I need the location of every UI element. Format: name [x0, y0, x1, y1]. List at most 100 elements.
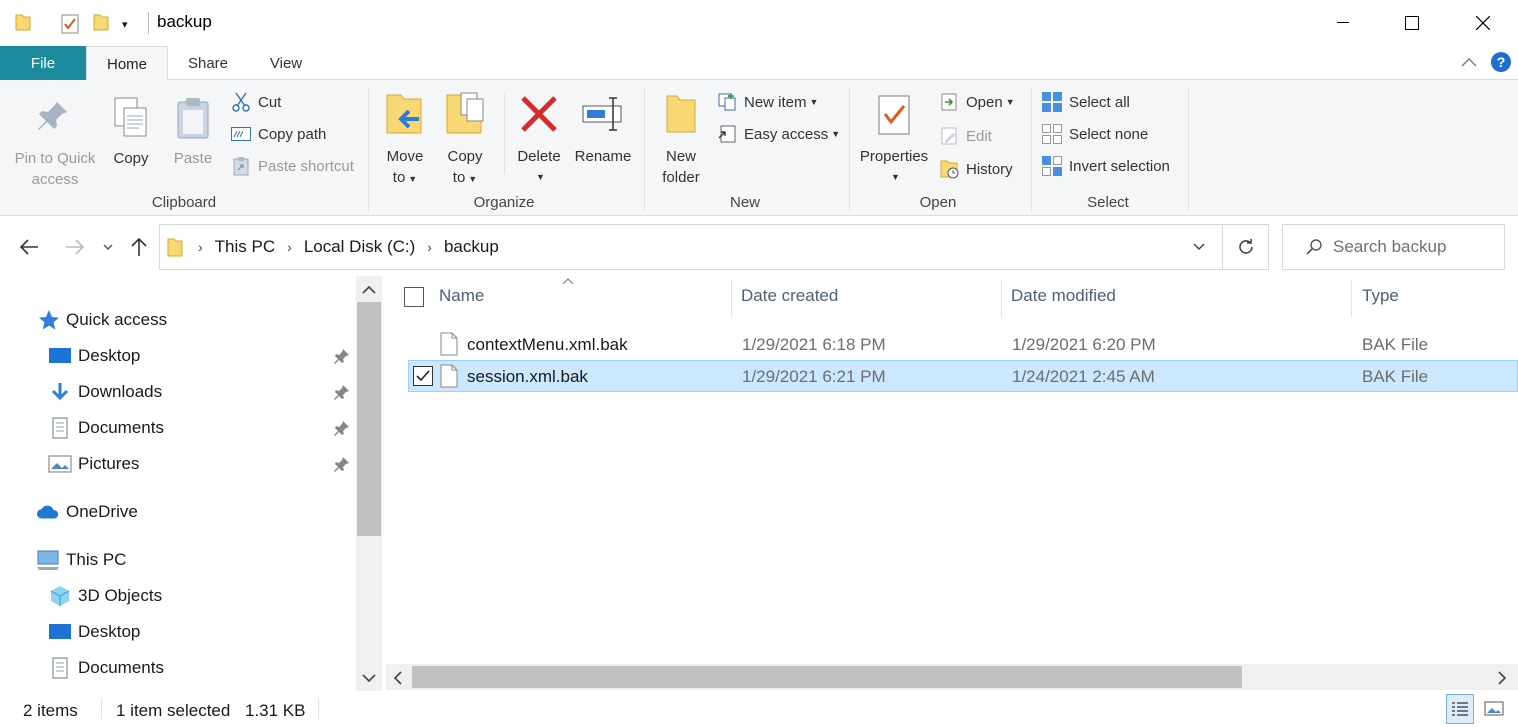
collapse-ribbon-icon[interactable]: [1460, 54, 1478, 72]
recent-locations-chevron-icon[interactable]: [102, 242, 114, 252]
copy-button[interactable]: Copy: [104, 94, 158, 169]
paste-shortcut-button[interactable]: Paste shortcut: [230, 154, 354, 178]
easy-access-button[interactable]: Easy access ▼: [716, 122, 840, 146]
scroll-down-icon[interactable]: [361, 672, 377, 684]
breadcrumb-chevron-icon[interactable]: ›: [287, 239, 292, 255]
tab-file[interactable]: File: [0, 46, 86, 80]
divider[interactable]: [731, 279, 732, 317]
column-header-name[interactable]: Name: [439, 286, 484, 310]
nav-desktop-label: Desktop: [78, 346, 141, 365]
large-icons-view-button[interactable]: [1480, 694, 1508, 724]
nav-scrollbar-thumb[interactable]: [357, 302, 381, 536]
group-divider: [849, 88, 850, 212]
breadcrumb-backup[interactable]: backup: [444, 237, 499, 257]
new-folder-label-line1: New: [665, 148, 696, 165]
column-header-date-created[interactable]: Date created: [741, 286, 838, 310]
scroll-up-icon[interactable]: [361, 284, 377, 296]
divider[interactable]: [1351, 279, 1352, 317]
copy-path-button[interactable]: Copy path: [230, 122, 326, 146]
select-all-checkbox[interactable]: [404, 287, 424, 307]
history-icon: [938, 158, 960, 180]
tab-view[interactable]: View: [248, 46, 324, 80]
edit-button[interactable]: Edit: [938, 124, 992, 148]
tab-share[interactable]: Share: [168, 46, 248, 80]
maximize-button[interactable]: [1377, 0, 1447, 46]
back-arrow-icon[interactable]: [18, 238, 40, 256]
folder-icon: [166, 236, 184, 258]
up-arrow-icon[interactable]: [130, 236, 148, 258]
pin-to-quick-access-button[interactable]: Pin to Quick access: [10, 94, 100, 190]
ribbon-tabs: File Home Share View ?: [0, 46, 1518, 81]
address-bar[interactable]: › This PC › Local Disk (C:) › backup: [159, 224, 1269, 270]
nav-desktop-pc[interactable]: Desktop: [48, 617, 140, 647]
desktop-icon: [48, 344, 72, 368]
invert-selection-button[interactable]: Invert selection: [1041, 154, 1170, 178]
nav-3d-objects[interactable]: 3D Objects: [48, 581, 162, 611]
help-icon[interactable]: ?: [1490, 51, 1512, 73]
breadcrumb-chevron-icon[interactable]: ›: [427, 239, 432, 255]
delete-button[interactable]: Delete ▼: [512, 90, 566, 188]
rename-button[interactable]: Rename: [572, 90, 634, 167]
select-all-label: Select all: [1069, 93, 1130, 111]
nav-downloads-quick[interactable]: Downloads: [48, 377, 162, 407]
search-box[interactable]: Search backup: [1282, 224, 1505, 270]
address-dropdown-chevron-icon[interactable]: [1192, 242, 1206, 252]
scroll-left-icon[interactable]: [392, 670, 404, 686]
file-date-created: 1/29/2021 6:18 PM: [742, 335, 886, 354]
file-name[interactable]: contextMenu.xml.bak: [467, 335, 628, 355]
column-header-date-modified[interactable]: Date modified: [1011, 286, 1116, 310]
breadcrumb-this-pc[interactable]: This PC: [215, 237, 275, 257]
new-item-button[interactable]: New item ▼: [716, 90, 818, 114]
close-button[interactable]: [1448, 0, 1518, 46]
pin-icon[interactable]: [333, 383, 351, 401]
search-input[interactable]: Search backup: [1333, 237, 1446, 257]
rename-label: Rename: [574, 148, 632, 165]
paste-button[interactable]: Paste: [164, 94, 222, 169]
pin-icon[interactable]: [333, 347, 351, 365]
move-to-button[interactable]: Move to ▼: [380, 90, 430, 190]
nav-this-pc[interactable]: This PC: [36, 545, 126, 575]
breadcrumb-chevron-icon[interactable]: ›: [198, 239, 203, 255]
copy-to-label-line1: Copy: [447, 148, 483, 165]
properties-quick-icon[interactable]: [60, 12, 80, 34]
pin-icon[interactable]: [333, 419, 351, 437]
new-folder-quick-icon[interactable]: [92, 12, 110, 32]
nav-documents-quick[interactable]: Documents: [48, 413, 164, 443]
file-icon: [440, 364, 458, 388]
nav-documents-pc[interactable]: Documents: [48, 653, 164, 683]
details-view-button[interactable]: [1446, 694, 1474, 724]
minimize-button[interactable]: [1308, 0, 1378, 46]
nav-onedrive[interactable]: OneDrive: [36, 497, 138, 527]
history-button[interactable]: History: [938, 157, 1013, 181]
move-to-label-line2: to: [392, 169, 406, 186]
select-none-button[interactable]: Select none: [1041, 122, 1148, 146]
column-header-type[interactable]: Type: [1362, 286, 1399, 310]
properties-button[interactable]: Properties ▼: [856, 90, 932, 188]
divider[interactable]: [1001, 279, 1002, 317]
nav-quick-access[interactable]: Quick access: [38, 305, 167, 335]
tab-home[interactable]: Home: [86, 46, 168, 81]
forward-arrow-icon[interactable]: [64, 238, 86, 256]
organize-group-label: Organize: [473, 194, 535, 211]
desktop-icon: [48, 620, 72, 644]
open-button[interactable]: Open ▼: [938, 90, 1015, 114]
breadcrumb-local-disk[interactable]: Local Disk (C:): [304, 237, 415, 257]
refresh-icon[interactable]: [1236, 236, 1256, 258]
scroll-right-icon[interactable]: [1496, 670, 1508, 686]
paste-shortcut-label: Paste shortcut: [258, 157, 354, 175]
row-checkbox-checked[interactable]: [413, 366, 433, 386]
nav-desktop-quick[interactable]: Desktop: [48, 341, 140, 371]
new-folder-button[interactable]: New folder: [656, 90, 706, 188]
easy-access-icon: [716, 123, 738, 145]
copy-to-button[interactable]: Copy to ▼: [440, 90, 490, 190]
status-bar: 2 items 1 item selected 1.31 KB: [0, 691, 1518, 727]
select-all-button[interactable]: Select all: [1041, 90, 1130, 114]
customize-toolbar-icon[interactable]: ▾: [122, 18, 128, 31]
cut-button[interactable]: Cut: [230, 90, 281, 114]
folder-icon: [14, 12, 32, 32]
list-scrollbar-thumb[interactable]: [412, 666, 1242, 688]
pin-icon[interactable]: [333, 455, 351, 473]
easy-access-label: Easy access: [744, 125, 829, 143]
file-name[interactable]: session.xml.bak: [467, 367, 588, 387]
nav-pictures-quick[interactable]: Pictures: [48, 449, 139, 479]
